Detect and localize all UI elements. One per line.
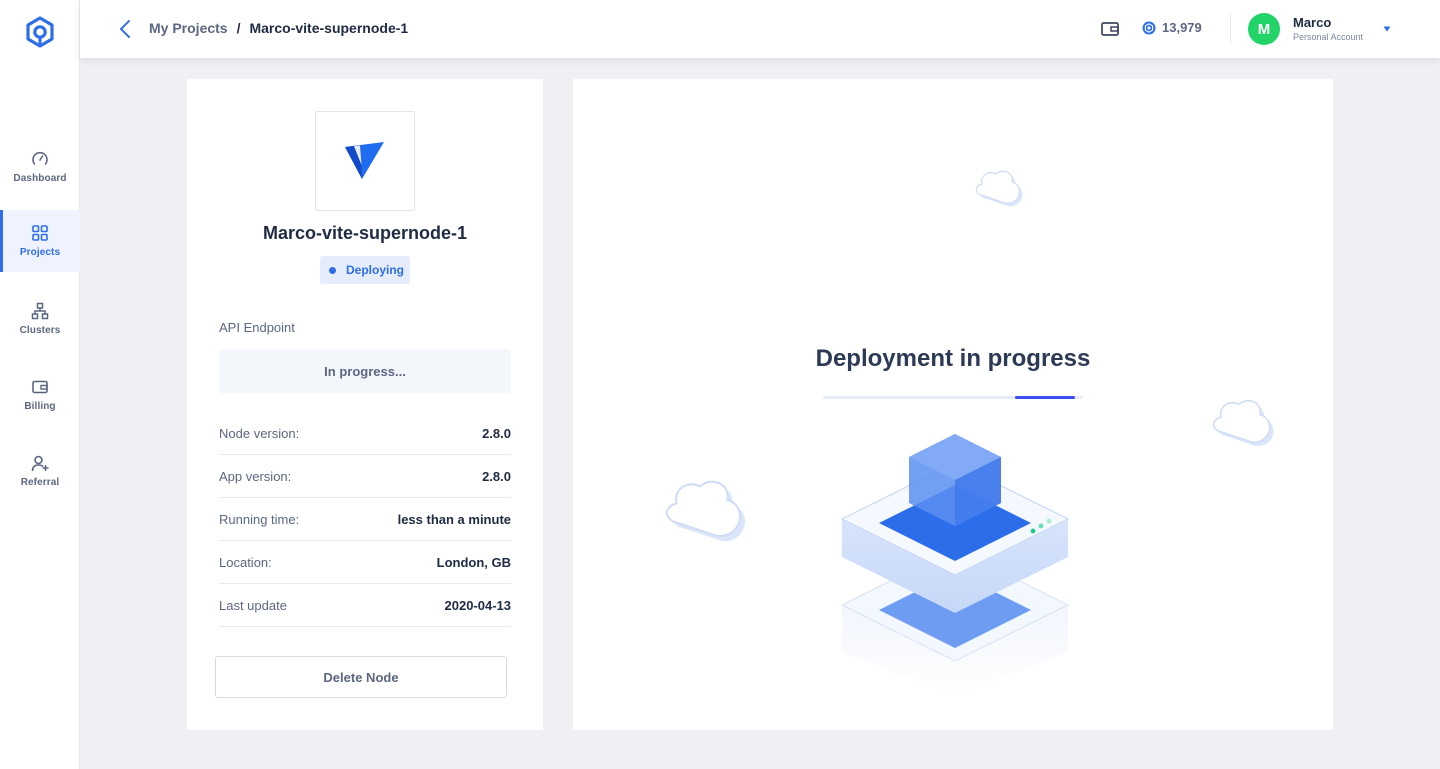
info-row-app-version: App version: 2.8.0 — [219, 455, 511, 498]
sidebar: Dashboard Projects Clusters Billing Refe… — [0, 0, 80, 769]
cloud-icon — [665, 480, 746, 542]
sidebar-item-label: Billing — [24, 401, 56, 412]
sidebar-item-clusters[interactable]: Clusters — [0, 288, 80, 350]
grid-icon — [32, 225, 48, 241]
deployment-progress-bar — [823, 396, 1083, 399]
user-plus-icon — [31, 455, 49, 472]
breadcrumb-current: Marco-vite-supernode-1 — [249, 20, 409, 36]
info-label: App version: — [219, 468, 292, 484]
caret-down-icon[interactable] — [1383, 25, 1391, 33]
sidebar-item-label: Projects — [19, 247, 61, 258]
node-logo — [315, 111, 415, 211]
info-value: 2020-04-13 — [444, 597, 512, 613]
wallet-icon[interactable] — [1100, 19, 1120, 39]
sidebar-item-billing[interactable]: Billing — [0, 364, 80, 426]
node-info-list: Node version: 2.8.0 App version: 2.8.0 R… — [219, 412, 511, 627]
balance-amount: 13,979 — [1162, 20, 1202, 35]
gauge-icon — [32, 151, 48, 165]
top-header: My Projects / Marco-vite-supernode-1 13,… — [80, 0, 1440, 58]
avatar: M — [1248, 13, 1280, 45]
account-menu[interactable]: M Marco Personal Account — [1248, 12, 1391, 46]
info-value: 2.8.0 — [482, 425, 511, 441]
deployment-progress-card: Deployment in progress — [573, 79, 1333, 730]
info-value: London, GB — [436, 554, 511, 570]
info-value: less than a minute — [397, 511, 511, 527]
delete-node-button[interactable]: Delete Node — [215, 656, 507, 698]
logo-icon[interactable] — [24, 16, 56, 48]
breadcrumb-separator: / — [236, 20, 241, 36]
sidebar-item-label: Clusters — [19, 325, 61, 336]
account-type: Personal Account — [1293, 32, 1364, 42]
info-label: Last update — [219, 597, 287, 613]
api-endpoint-label: API Endpoint — [219, 320, 295, 335]
info-row-last-update: Last update 2020-04-13 — [219, 584, 511, 627]
info-row-running-time: Running time: less than a minute — [219, 498, 511, 541]
status-badge: Deploying — [320, 256, 410, 284]
api-endpoint-value: In progress... — [219, 349, 511, 393]
sidebar-item-dashboard[interactable]: Dashboard — [0, 136, 80, 198]
account-name: Marco — [1293, 15, 1332, 30]
header-divider — [1230, 14, 1231, 44]
breadcrumb: My Projects / Marco-vite-supernode-1 — [149, 20, 408, 36]
info-value: 2.8.0 — [482, 468, 511, 484]
coin-icon — [1142, 21, 1156, 34]
info-label: Location: — [219, 554, 272, 570]
status-text: Deploying — [346, 263, 405, 277]
node-details-card: Marco-vite-supernode-1 Deploying API End… — [187, 79, 543, 730]
info-row-node-version: Node version: 2.8.0 — [219, 412, 511, 455]
cluster-icon — [31, 302, 49, 320]
breadcrumb-my-projects[interactable]: My Projects — [149, 20, 228, 36]
info-label: Node version: — [219, 425, 300, 441]
status-dot — [329, 266, 336, 274]
credit-balance: 13,979 — [1142, 20, 1202, 35]
deployment-title: Deployment in progress — [815, 345, 1091, 372]
sidebar-item-referral[interactable]: Referral — [0, 440, 80, 502]
cloud-icon — [975, 170, 1023, 207]
info-label: Running time: — [219, 511, 300, 527]
vite-logo-icon — [345, 142, 384, 179]
wallet-icon — [32, 380, 48, 394]
sidebar-item-label: Referral — [20, 477, 60, 488]
sidebar-item-label: Dashboard — [13, 173, 67, 184]
chevron-left-icon[interactable] — [116, 18, 136, 40]
cloud-icon — [1212, 399, 1274, 447]
sidebar-item-projects[interactable]: Projects — [0, 210, 80, 272]
info-row-location: Location: London, GB — [219, 541, 511, 584]
node-title: Marco-vite-supernode-1 — [262, 223, 468, 243]
progress-bar-fill — [1015, 396, 1075, 399]
server-illustration — [840, 434, 1070, 697]
